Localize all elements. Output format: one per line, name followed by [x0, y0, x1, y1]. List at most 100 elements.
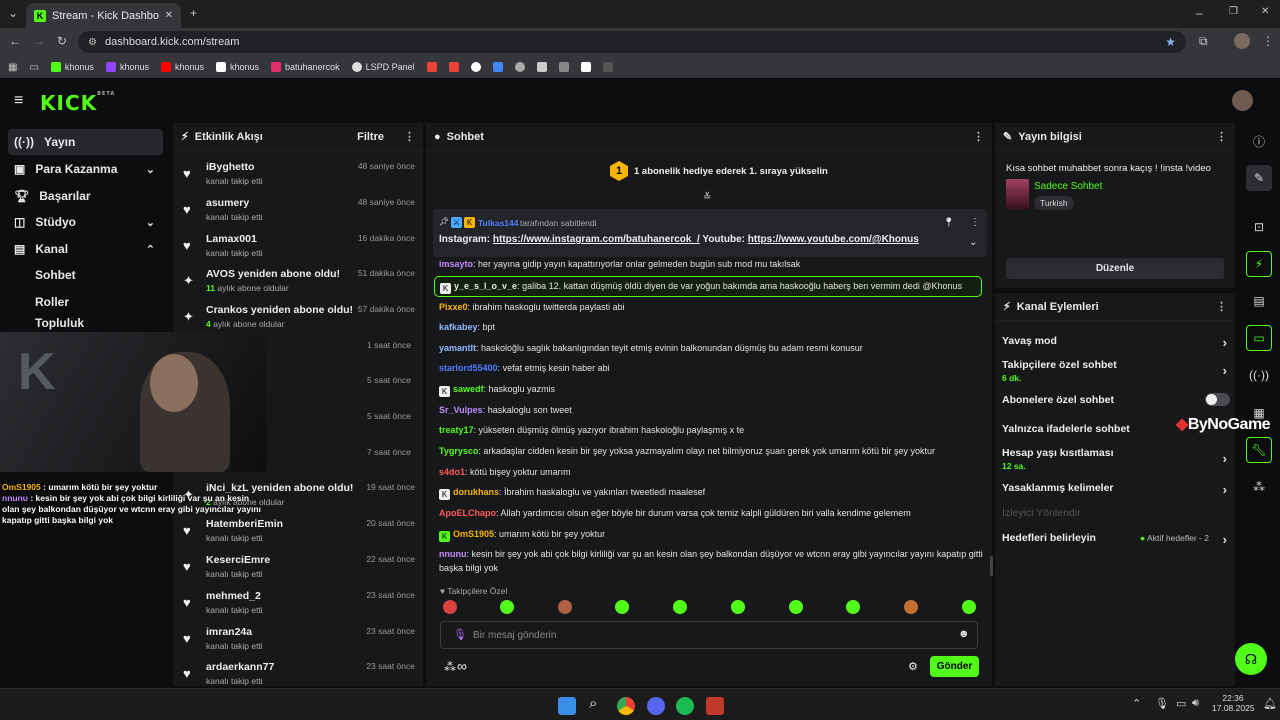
back-icon[interactable]: ← [9, 34, 21, 48]
user-avatar[interactable] [1232, 90, 1253, 111]
slow-mode-row[interactable]: Yavaş mod › [1002, 335, 1227, 350]
goals-row[interactable]: Hedefleri belirleyin ● Aktif hedefler - … [1002, 532, 1227, 547]
emote-icon[interactable] [904, 600, 918, 614]
youtube-link[interactable]: https://www.youtube.com/@Khonus [748, 234, 919, 245]
screenshot-icon[interactable]: ⊡ [1246, 214, 1272, 240]
broadcast-icon[interactable]: ((·)) [1246, 362, 1272, 388]
unpin-icon[interactable]: 📍︎ [943, 217, 954, 228]
forward-icon[interactable]: → [33, 34, 45, 48]
restore-icon[interactable]: ❐ [1229, 6, 1238, 17]
activity-item[interactable]: ♥ imran24a kanalı takip etti 23 saat önce [183, 626, 415, 662]
chat-username[interactable]: s4do1 [439, 467, 465, 477]
chat-username[interactable]: starlord55400 [439, 363, 498, 373]
settings-gear-icon[interactable]: ⚙ [908, 660, 918, 673]
chat-input[interactable]: 🎙︎ Bir mesaj gönderin ☻ [440, 621, 978, 649]
more-icon[interactable]: ⋮ [973, 130, 984, 143]
send-button[interactable]: Gönder [930, 656, 979, 677]
banned-words-row[interactable]: Yasaklanmış kelimeler › [1002, 482, 1227, 497]
chat-username[interactable]: nnunu [439, 549, 467, 559]
new-tab-icon[interactable]: + [190, 6, 197, 20]
sidebar-item-sohbet[interactable]: Sohbet [8, 262, 163, 288]
bookmark-icon[interactable] [492, 62, 503, 72]
apps-icon[interactable]: ▦ [8, 62, 17, 73]
activity-item[interactable]: ♥ KeserciEmre kanalı takip etti 22 saat önc… [183, 554, 415, 590]
emoji-icon[interactable]: ☻ [958, 628, 970, 640]
bookmark-youtube[interactable]: khonus [160, 62, 204, 72]
chat-username[interactable]: imsayto [439, 259, 473, 269]
subscribers-only-row[interactable]: Abonelere özel sohbet [1002, 393, 1230, 406]
bookmark-star-icon[interactable]: ★ [1165, 35, 1176, 49]
chat-icon[interactable]: ▭ [1246, 325, 1272, 351]
more-icon[interactable]: ⋮ [404, 130, 415, 143]
sidebar-item-para-kazanma[interactable]: ▣ Para Kazanma ⌄ [8, 156, 163, 182]
layout-icon[interactable]: ▦ [1246, 400, 1272, 426]
bolt-icon[interactable]: ⚡︎ [1246, 251, 1272, 277]
notifications-icon[interactable]: 🔔︎ [1263, 697, 1277, 710]
emote-icon[interactable] [615, 600, 629, 614]
more-icon[interactable]: ⋮ [970, 217, 980, 228]
subscribers-only-toggle[interactable] [1205, 393, 1230, 406]
filter-button[interactable]: Filtre [357, 131, 384, 143]
emote-icon[interactable] [673, 600, 687, 614]
chat-username[interactable]: ApoELChapo [439, 508, 496, 518]
apps-dots-icon[interactable]: ⁂ [444, 660, 456, 674]
document-icon[interactable]: ▤ [1246, 288, 1272, 314]
emote-icon[interactable] [731, 600, 745, 614]
discord-icon[interactable] [647, 697, 665, 715]
infinity-icon[interactable]: ∞ [457, 658, 467, 674]
chat-username[interactable]: Sr_Vulpes [439, 405, 483, 415]
sidebar-item-topluluk[interactable]: Topluluk [8, 315, 163, 331]
more-icon[interactable]: ⋮ [1216, 130, 1227, 143]
chat-username[interactable]: y_e_s_l_o_v_e [454, 281, 517, 291]
chat-username[interactable]: yamantlt [439, 343, 476, 353]
support-headset-icon[interactable]: ☊ [1235, 643, 1267, 675]
followers-only-row[interactable]: Takipçilere özel sohbet 6 dk. › [1002, 359, 1227, 383]
bookmark-icon[interactable] [602, 62, 613, 72]
close-window-icon[interactable]: ✕ [1261, 6, 1269, 17]
bookmark-kick[interactable]: khonus [50, 62, 94, 72]
wrench-icon[interactable]: 🔧︎ [1246, 437, 1272, 463]
gmail-icon[interactable] [426, 62, 437, 72]
category-link[interactable]: Sadece Sohbet [1034, 181, 1102, 192]
tab-list-icon[interactable]: ⌄ [8, 6, 18, 20]
chat-username[interactable]: treaty17 [439, 425, 474, 435]
bookmark-twitch[interactable]: khonus [105, 62, 149, 72]
emote-icon[interactable] [443, 600, 457, 614]
grid-icon[interactable] [536, 62, 547, 72]
account-age-row[interactable]: Hesap yaşı kısıtlaması 12 sa. › [1002, 447, 1227, 471]
activity-item[interactable]: ♥ Lamax001 kanalı takip etti 16 dakika önce [183, 233, 415, 269]
chat-username[interactable]: sawedf [453, 384, 484, 394]
pencil-icon[interactable]: ✎ [1246, 165, 1272, 191]
bookmark-lspd[interactable]: LSPD Panel [351, 62, 415, 72]
info-icon[interactable]: ⓘ [1246, 128, 1272, 154]
bookmark-icon[interactable] [580, 62, 591, 72]
hamburger-menu-icon[interactable]: ≡ [14, 92, 23, 110]
minimize-icon[interactable]: – [1196, 6, 1203, 20]
tag-pill[interactable]: Turkish [1034, 196, 1074, 210]
sidebar-item-yayin[interactable]: ((·)) Yayın [8, 129, 163, 155]
site-info-icon[interactable]: ⚙ [88, 37, 97, 48]
close-tab-icon[interactable]: ✕ [165, 10, 173, 21]
chrome-icon[interactable] [617, 697, 635, 715]
search-icon[interactable]: ⌕ [589, 695, 597, 712]
kick-logo[interactable]: KICKBETA [40, 91, 115, 115]
emote-icon[interactable] [789, 600, 803, 614]
pinned-by-user[interactable]: Tulkas144 [478, 218, 518, 228]
browser-menu-icon[interactable]: ⋮ [1262, 34, 1274, 48]
spotify-icon[interactable] [676, 697, 694, 715]
sidebar-item-roller[interactable]: Roller [8, 289, 163, 315]
gmail-icon[interactable] [448, 62, 459, 72]
activity-item[interactable]: ♥ mehmed_2 kanalı takip etti 23 saat önce [183, 590, 415, 626]
emote-icon[interactable] [846, 600, 860, 614]
chevron-down-icon[interactable]: ⌄ [969, 237, 977, 248]
instagram-link[interactable]: https://www.instagram.com/batuhanercok_/ [493, 234, 700, 245]
network-icon[interactable]: ▭ [1176, 697, 1186, 710]
emote-icon[interactable] [558, 600, 572, 614]
volume-icon[interactable]: 🔊︎ [1192, 697, 1199, 710]
sidebar-item-kanal[interactable]: ▤ Kanal ⌃ [8, 236, 163, 262]
tray-chevron-icon[interactable]: ⌃ [1132, 697, 1141, 710]
folder-icon[interactable]: ▭ [29, 62, 38, 73]
chat-username[interactable]: OmS1905 [453, 529, 494, 539]
more-icon[interactable]: ⋮ [1216, 300, 1227, 313]
bookmark-icon[interactable] [470, 62, 481, 72]
